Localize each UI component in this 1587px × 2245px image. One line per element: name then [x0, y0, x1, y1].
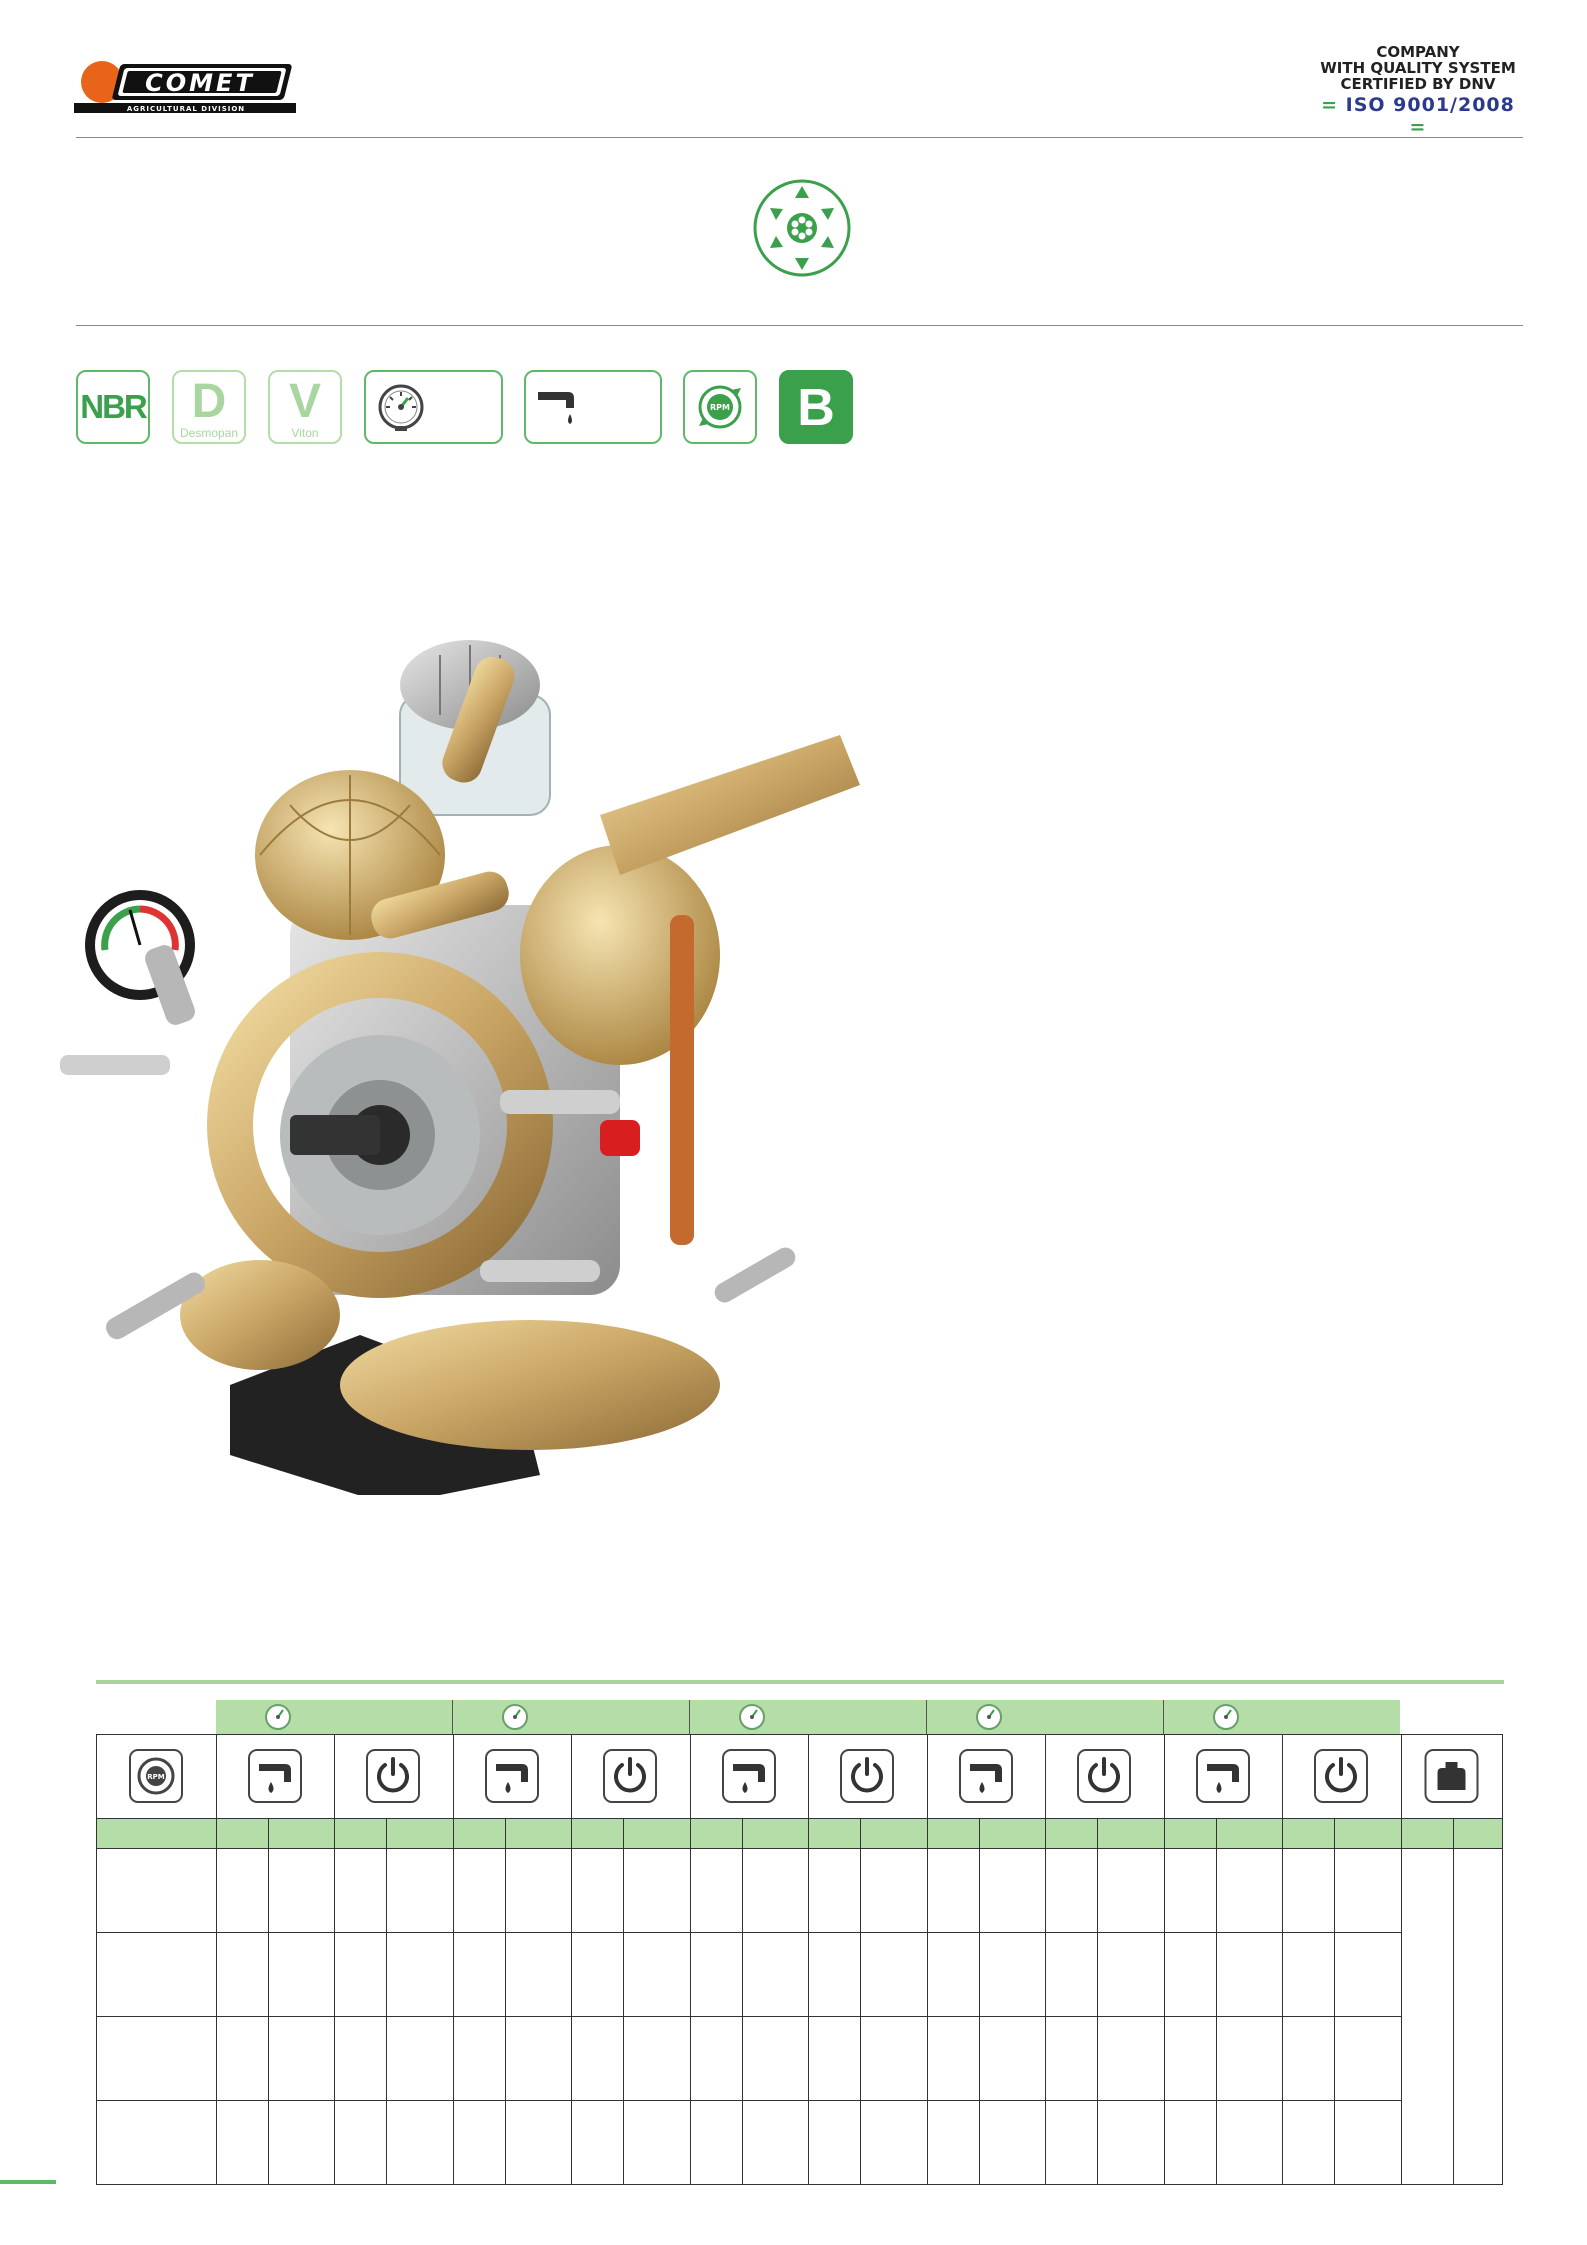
power-icon — [840, 1749, 894, 1803]
weight-icon — [1424, 1749, 1479, 1803]
power-icon — [1077, 1749, 1131, 1803]
flow-badge — [524, 370, 662, 444]
table-top-rule — [96, 1680, 1504, 1684]
iso-label: ISO 9001/2008 — [1345, 94, 1515, 116]
band-pressure-icon — [1213, 1704, 1239, 1730]
band-pressure-icon — [976, 1704, 1002, 1730]
viton-letter: V — [288, 375, 321, 428]
flow-tap-icon — [248, 1749, 302, 1803]
power-icon — [603, 1749, 657, 1803]
diaphragm-pump-icon — [752, 178, 852, 278]
desmopan-label: Desmopan — [179, 426, 239, 440]
desmopan-letter: D — [191, 375, 227, 428]
pressure-gauge-icon — [378, 384, 424, 431]
division-label: AGRICULTURAL DIVISION — [127, 105, 245, 113]
spec-table-grid: RPM — [96, 1700, 1503, 2185]
cert-line-2: WITH QUALITY SYSTEM — [1320, 59, 1516, 77]
rpm-icon: RPM — [129, 1749, 183, 1803]
version-b-badge: B — [779, 370, 853, 444]
svg-text:RPM: RPM — [710, 403, 730, 412]
flow-tap-icon — [722, 1749, 776, 1803]
section-divider — [76, 325, 1523, 326]
viton-badge: V Viton — [268, 370, 342, 444]
header-divider — [76, 137, 1523, 138]
brand-name: COMET — [145, 69, 255, 97]
nbr-label: NBR — [80, 388, 148, 425]
svg-text:RPM: RPM — [147, 1773, 165, 1781]
flow-tap-icon — [1196, 1749, 1250, 1803]
spec-table: RPM — [96, 1700, 1506, 2195]
rpm-badge: RPM — [683, 370, 757, 444]
iso-line: = ISO 9001/2008 = — [1321, 94, 1515, 138]
version-letter: B — [797, 379, 835, 437]
diaphragm-pump-image — [60, 615, 920, 1505]
desmopan-badge: D Desmopan — [172, 370, 246, 444]
cert-line-3: CERTIFIED BY DNV — [1340, 75, 1496, 93]
flow-tap-icon — [959, 1749, 1013, 1803]
nbr-badge: NBR — [76, 370, 150, 444]
page-accent-bar — [0, 2180, 56, 2184]
band-pressure-icon — [265, 1704, 291, 1730]
viton-label: Viton — [291, 426, 319, 440]
power-icon — [1314, 1749, 1368, 1803]
power-icon — [366, 1749, 420, 1803]
cert-line-1: COMPANY — [1376, 43, 1460, 61]
pressure-badge — [364, 370, 503, 444]
band-pressure-icon — [502, 1704, 528, 1730]
flow-tap-icon — [485, 1749, 539, 1803]
band-pressure-icon — [739, 1704, 765, 1730]
certification-block: COMPANY WITH QUALITY SYSTEM CERTIFIED BY… — [1313, 44, 1523, 138]
rpm-icon: RPM — [698, 385, 742, 429]
flow-tap-icon — [538, 392, 574, 424]
comet-logo: COMET AGRICULTURAL DIVISION — [74, 58, 304, 114]
